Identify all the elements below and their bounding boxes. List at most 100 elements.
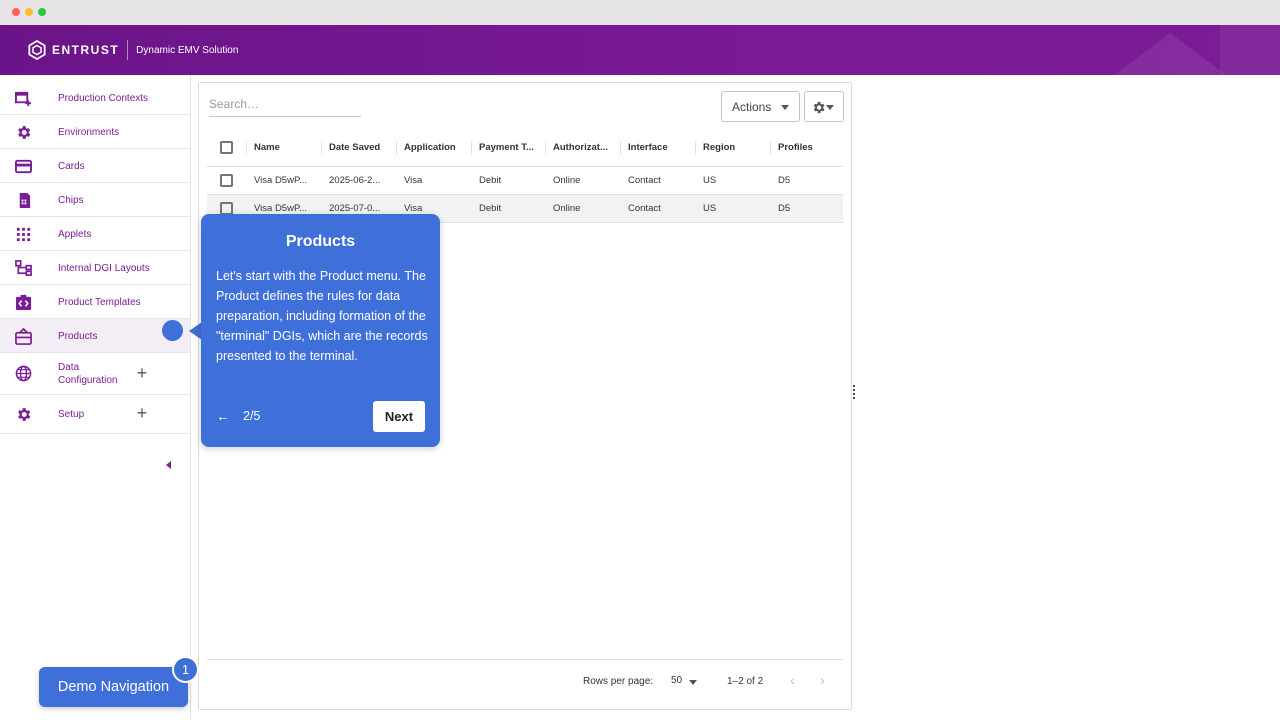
sidebar-item-label-line: Configuration <box>58 375 118 386</box>
previous-page-icon[interactable]: ‹ <box>790 672 795 688</box>
tour-title: Products <box>285 233 356 250</box>
cell-interface: Contact <box>628 203 661 214</box>
template-icon <box>15 294 32 311</box>
column-header-region[interactable]: Region <box>703 129 769 166</box>
cell-interface: Contact <box>628 175 661 186</box>
logo[interactable]: ENTRUST Dynamic EMV Solution <box>28 39 238 61</box>
tour-body: Let's start with the Product menu. The P… <box>216 269 428 363</box>
select-all-checkbox[interactable] <box>220 141 233 154</box>
row-checkbox[interactable] <box>220 174 233 187</box>
sidebar-item-applets[interactable]: Applets <box>0 217 190 251</box>
sidebar-item-label: Applets <box>58 229 92 240</box>
sidebar: Production Contexts Environments Cards C… <box>0 75 191 720</box>
globe-icon <box>15 365 32 382</box>
sidebar-item-label: Product Templates <box>58 297 141 308</box>
sidebar-item-label: Internal DGI Layouts <box>58 263 150 274</box>
sidebar-item-label: Setup <box>58 409 85 420</box>
chevron-down-icon[interactable] <box>689 680 697 685</box>
cell-payment-type: Debit <box>479 175 502 186</box>
column-header-profiles[interactable]: Profiles <box>778 129 838 166</box>
production-contexts-icon <box>15 91 32 107</box>
collapse-sidebar-icon[interactable] <box>166 461 171 469</box>
sidebar-item-chips[interactable]: Chips <box>0 183 190 217</box>
rows-per-page-select[interactable]: 50 <box>671 675 682 686</box>
column-divider <box>695 141 696 155</box>
grid-icon <box>16 227 31 242</box>
column-header-authorization[interactable]: Authorizat... <box>553 129 619 166</box>
brand-name: ENTRUST <box>52 43 120 57</box>
cell-authorization: Online <box>553 203 581 214</box>
cell-profiles: D5 <box>778 203 791 214</box>
column-header-interface[interactable]: Interface <box>628 129 694 166</box>
sidebar-item-production-contexts[interactable]: Production Contexts <box>0 81 190 115</box>
actions-button[interactable]: Actions <box>721 91 800 122</box>
chip-icon <box>19 192 31 209</box>
sidebar-item-setup[interactable]: Setup + <box>0 395 190 434</box>
column-header-application[interactable]: Application <box>404 129 470 166</box>
maximize-window-icon[interactable] <box>38 8 46 16</box>
demo-navigation-badge: 1 <box>172 656 199 683</box>
gear-icon <box>813 101 825 114</box>
cell-payment-type: Debit <box>479 203 502 214</box>
tour-step-counter: 2/5 <box>243 409 261 423</box>
column-divider <box>770 141 771 155</box>
logo-divider <box>127 40 129 60</box>
column-header-payment-type[interactable]: Payment T... <box>479 129 545 166</box>
sidebar-item-label: Production Contexts <box>58 93 149 104</box>
tour-popover: Products Let's start with the Product me… <box>201 214 440 447</box>
sidebar-item-label-line: Data <box>58 362 80 373</box>
sidebar-item-internal-dgi-layouts[interactable]: Internal DGI Layouts <box>0 251 190 285</box>
cell-date-saved: 2025-06-2... <box>329 175 381 186</box>
actions-label: Actions <box>732 99 772 114</box>
sidebar-item-label: Data Configuration <box>58 361 117 387</box>
next-button[interactable]: Next <box>373 401 425 432</box>
column-header-name[interactable]: Name <box>254 129 320 166</box>
tour-highlight-dot <box>162 320 183 341</box>
pagination-range: 1–2 of 2 <box>727 676 764 687</box>
sidebar-item-product-templates[interactable]: Product Templates <box>0 285 190 319</box>
sidebar-item-data-configuration[interactable]: Data Configuration + <box>0 353 190 395</box>
cell-application: Visa <box>404 175 423 186</box>
sidebar-item-label: Chips <box>58 195 84 206</box>
back-arrow-icon[interactable]: ← <box>216 408 230 424</box>
column-divider <box>321 141 322 155</box>
table-row[interactable]: Visa D5wP... 2025-06-2... Visa Debit Onl… <box>207 167 843 195</box>
next-page-icon[interactable]: › <box>820 672 825 688</box>
app-header: ENTRUST Dynamic EMV Solution <box>0 25 1280 75</box>
sidebar-item-label: Cards <box>58 161 85 172</box>
rows-per-page-label: Rows per page: <box>583 676 654 687</box>
product-name: Dynamic EMV Solution <box>136 44 239 56</box>
close-window-icon[interactable] <box>12 8 20 16</box>
browser-chrome <box>0 0 1280 25</box>
cell-name: Visa D5wP... <box>254 175 307 186</box>
demo-navigation-label: Demo Navigation <box>57 679 170 695</box>
gear-icon <box>18 126 31 139</box>
entrust-logo-icon <box>28 40 46 60</box>
products-table: Name Date Saved Application Payment T...… <box>207 129 843 223</box>
column-header-date-saved[interactable]: Date Saved <box>329 129 395 166</box>
table-pagination: Rows per page: 50 1–2 of 2 ‹ › <box>207 659 843 703</box>
sidebar-item-label: Environments <box>58 127 120 138</box>
chevron-down-icon <box>826 105 834 110</box>
expand-plus-icon[interactable]: + <box>134 364 150 382</box>
search-input[interactable]: Search… <box>209 95 361 117</box>
sidebar-item-environments[interactable]: Environments <box>0 115 190 149</box>
sidebar-item-label: Products <box>58 331 98 342</box>
minimize-window-icon[interactable] <box>25 8 33 16</box>
card-icon <box>15 159 32 174</box>
demo-navigation-button[interactable]: Demo Navigation <box>39 667 188 707</box>
cell-authorization: Online <box>553 175 581 186</box>
gear-icon <box>18 408 31 421</box>
expand-plus-icon[interactable]: + <box>134 404 150 422</box>
resize-handle-icon[interactable] <box>853 385 856 403</box>
column-divider <box>246 141 247 155</box>
column-divider <box>471 141 472 155</box>
settings-menu-button[interactable] <box>804 91 844 122</box>
column-divider <box>545 141 546 155</box>
cell-profiles: D5 <box>778 175 791 186</box>
sidebar-item-products[interactable]: Products <box>0 319 190 353</box>
layout-tree-icon <box>15 260 32 276</box>
sidebar-item-cards[interactable]: Cards <box>0 149 190 183</box>
column-divider <box>620 141 621 155</box>
table-header: Name Date Saved Application Payment T...… <box>207 129 843 167</box>
